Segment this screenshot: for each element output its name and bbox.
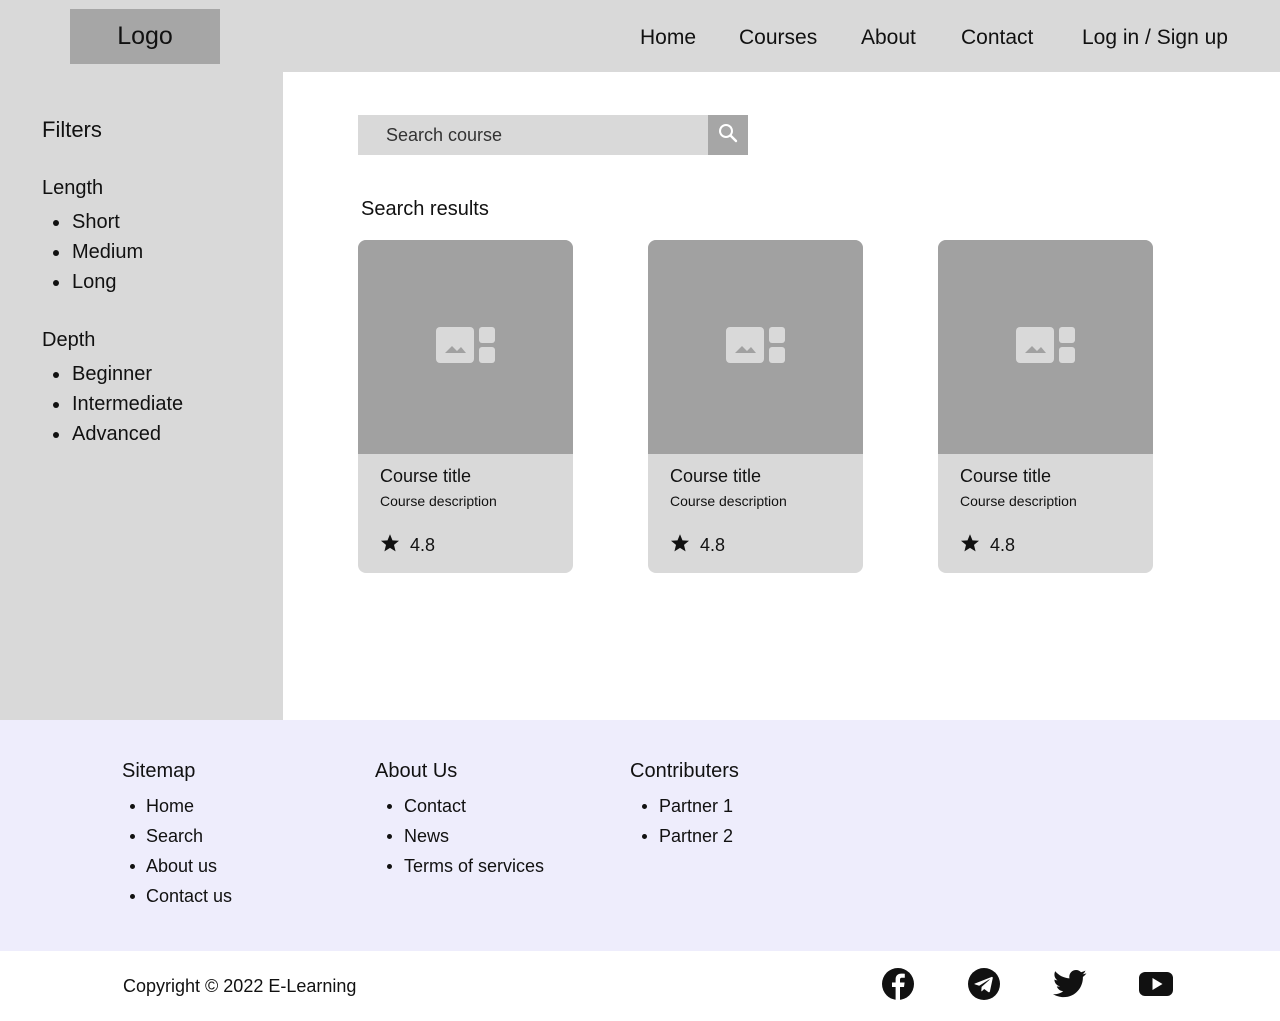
course-card[interactable]: Course title Course description 4.8: [938, 240, 1153, 573]
star-icon: [670, 533, 690, 558]
star-icon: [380, 533, 400, 558]
course-description: Course description: [670, 493, 787, 509]
course-description: Course description: [960, 493, 1077, 509]
footer-link-about-us[interactable]: About us: [122, 851, 232, 881]
telegram-icon: [967, 967, 1001, 1006]
footer-column-about-us: About Us Contact News Terms of services: [375, 760, 544, 881]
nav-about-link[interactable]: About: [861, 26, 916, 50]
footer-column-sitemap: Sitemap Home Search About us Contact us: [122, 760, 232, 911]
nav-login-signup-link[interactable]: Log in / Sign up: [1082, 26, 1228, 50]
rating-value: 4.8: [700, 535, 726, 555]
filter-group-title-length: Length: [42, 177, 104, 199]
search-input[interactable]: [358, 115, 708, 155]
footer-link-partner-2[interactable]: Partner 2: [630, 821, 739, 851]
filter-option-short[interactable]: Short: [42, 207, 143, 237]
footer-link-terms[interactable]: Terms of services: [375, 851, 544, 881]
image-placeholder-icon: [435, 326, 496, 369]
filters-title: Filters: [42, 117, 102, 142]
footer-column-title: Sitemap: [122, 760, 196, 782]
filter-option-beginner[interactable]: Beginner: [42, 359, 183, 389]
footer-column-contributers: Contributers Partner 1 Partner 2: [630, 760, 739, 851]
course-title: Course title: [380, 466, 472, 486]
footer-column-title: About Us: [375, 760, 458, 782]
filter-list-depth: Beginner Intermediate Advanced: [42, 359, 183, 449]
course-rating: 4.8: [670, 533, 725, 558]
course-description: Course description: [380, 493, 497, 509]
nav-contact-link[interactable]: Contact: [961, 26, 1033, 50]
course-rating: 4.8: [380, 533, 435, 558]
rating-value: 4.8: [990, 535, 1016, 555]
facebook-link[interactable]: [881, 967, 915, 1006]
copyright-text: Copyright © 2022 E-Learning: [123, 976, 357, 996]
filter-option-advanced[interactable]: Advanced: [42, 419, 183, 449]
twitter-icon: [1053, 969, 1087, 1004]
star-icon: [960, 533, 980, 558]
youtube-icon: [1139, 971, 1173, 1002]
footer-link-contact[interactable]: Contact: [375, 791, 544, 821]
filter-list-length: Short Medium Long: [42, 207, 143, 297]
footer-link-search[interactable]: Search: [122, 821, 232, 851]
footer-column-title: Contributers: [630, 760, 739, 782]
filter-option-long[interactable]: Long: [42, 267, 143, 297]
bottom-bar: Copyright © 2022 E-Learning: [0, 951, 1280, 1021]
course-card[interactable]: Course title Course description 4.8: [648, 240, 863, 573]
nav-courses-link[interactable]: Courses: [739, 26, 817, 50]
footer: Sitemap Home Search About us Contact us …: [0, 720, 1280, 951]
image-placeholder-icon: [725, 326, 786, 369]
image-placeholder-icon: [1015, 326, 1076, 369]
rating-value: 4.8: [410, 535, 436, 555]
twitter-link[interactable]: [1053, 969, 1087, 1003]
header: Logo Home Courses About Contact Log in /…: [0, 0, 1280, 72]
main-nav: Home Courses About Contact Log in / Sign…: [0, 0, 1280, 72]
course-title: Course title: [670, 466, 762, 486]
youtube-link[interactable]: [1139, 969, 1173, 1003]
footer-link-partner-1[interactable]: Partner 1: [630, 791, 739, 821]
search-button[interactable]: [708, 115, 748, 155]
course-rating: 4.8: [960, 533, 1015, 558]
footer-link-contact-us[interactable]: Contact us: [122, 881, 232, 911]
filter-option-intermediate[interactable]: Intermediate: [42, 389, 183, 419]
search-icon: [718, 123, 738, 148]
course-image-placeholder: [648, 240, 863, 454]
course-image-placeholder: [938, 240, 1153, 454]
filters-sidebar: Filters Length Short Medium Long Depth B…: [0, 72, 283, 720]
footer-link-home[interactable]: Home: [122, 791, 232, 821]
course-card[interactable]: Course title Course description 4.8: [358, 240, 573, 573]
filter-option-medium[interactable]: Medium: [42, 237, 143, 267]
search-results-title: Search results: [361, 198, 489, 220]
footer-link-news[interactable]: News: [375, 821, 544, 851]
nav-home-link[interactable]: Home: [640, 26, 696, 50]
course-image-placeholder: [358, 240, 573, 454]
telegram-link[interactable]: [967, 967, 1001, 1006]
filter-group-title-depth: Depth: [42, 329, 96, 351]
facebook-icon: [881, 967, 915, 1006]
search-bar: [358, 115, 748, 155]
course-title: Course title: [960, 466, 1052, 486]
